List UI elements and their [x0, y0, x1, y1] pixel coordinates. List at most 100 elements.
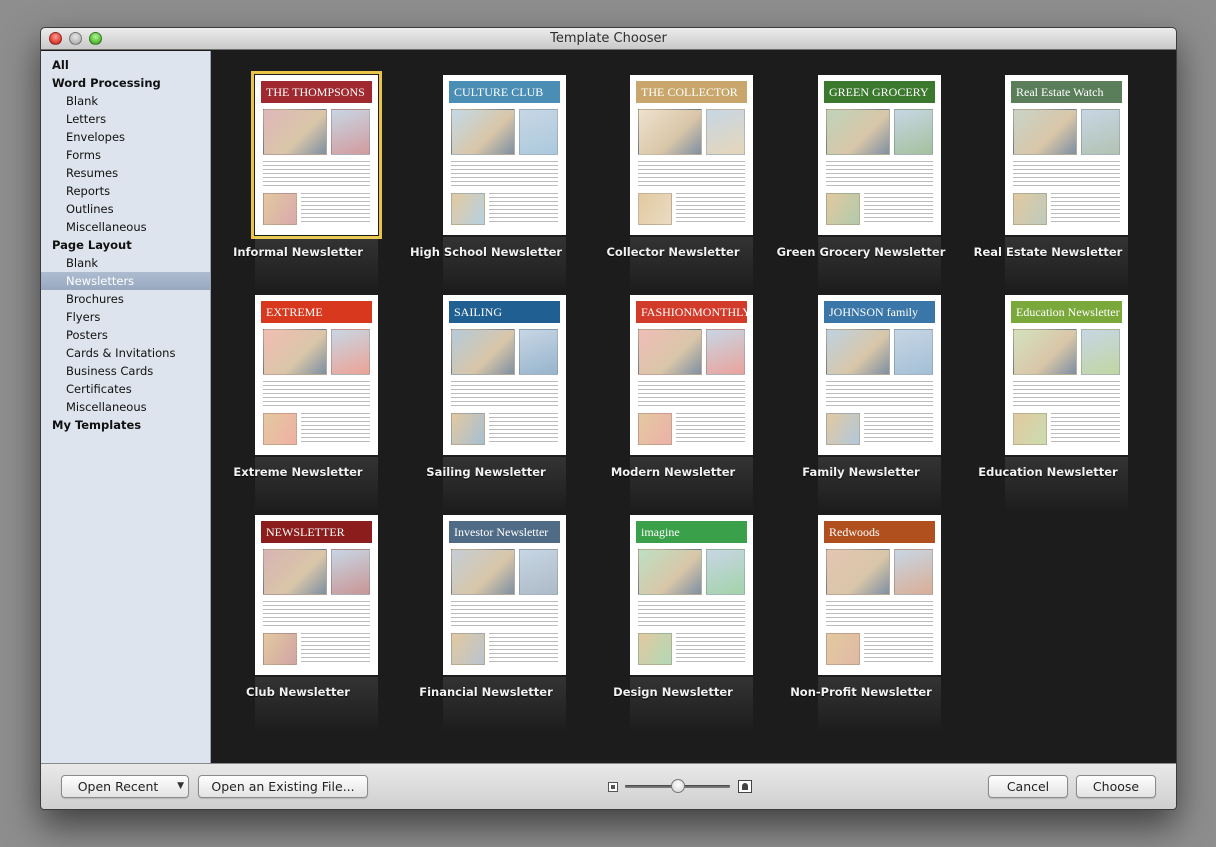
thumbnail-photo: [894, 549, 933, 595]
sidebar-item-letters-3[interactable]: Letters: [41, 110, 210, 128]
sidebar-item-miscellaneous-19[interactable]: Miscellaneous: [41, 398, 210, 416]
template-label[interactable]: High School Newsletter: [400, 245, 572, 259]
thumbnail-text-block: [301, 413, 370, 445]
template-tile[interactable]: THE THOMPSONS Informal Newsletter: [212, 51, 384, 293]
template-tile[interactable]: Education Newsletter Education Newsletter: [962, 271, 1134, 513]
title-bar[interactable]: Template Chooser: [41, 28, 1176, 50]
sidebar-item-outlines-8[interactable]: Outlines: [41, 200, 210, 218]
template-tile[interactable]: GREEN GROCERY Green Grocery Newsletter: [775, 51, 947, 293]
thumbnail-text-block: [826, 161, 933, 189]
template-tile[interactable]: imagine Design Newsletter: [587, 491, 759, 733]
sidebar-item-flyers-14[interactable]: Flyers: [41, 308, 210, 326]
template-thumbnail[interactable]: GREEN GROCERY: [818, 75, 941, 235]
template-tile[interactable]: Investor Newsletter Financial Newsletter: [400, 491, 572, 733]
sidebar-item-resumes-6[interactable]: Resumes: [41, 164, 210, 182]
thumbnail-photo: [706, 549, 745, 595]
thumbnail-photo: [826, 109, 890, 155]
template-label[interactable]: Education Newsletter: [962, 465, 1134, 479]
sidebar-item-blank-11[interactable]: Blank: [41, 254, 210, 272]
thumbnail-text-block: [451, 161, 558, 189]
open-recent-button[interactable]: Open Recent ▼: [61, 775, 189, 798]
template-tile[interactable]: FASHIONMONTHLY Modern Newsletter: [587, 271, 759, 513]
sidebar-item-posters-15[interactable]: Posters: [41, 326, 210, 344]
thumbnail-masthead: THE THOMPSONS: [261, 81, 372, 103]
template-label[interactable]: Club Newsletter: [212, 685, 384, 699]
template-label[interactable]: Informal Newsletter: [212, 245, 384, 259]
sidebar-item-blank-2[interactable]: Blank: [41, 92, 210, 110]
sidebar-item-forms-5[interactable]: Forms: [41, 146, 210, 164]
template-tile[interactable]: THE COLLECTOR Collector Newsletter: [587, 51, 759, 293]
template-thumbnail[interactable]: EXTREME: [255, 295, 378, 455]
sidebar-item-business-cards-17[interactable]: Business Cards: [41, 362, 210, 380]
sidebar-item-newsletters-12[interactable]: Newsletters: [41, 272, 210, 290]
sidebar-item-miscellaneous-9[interactable]: Miscellaneous: [41, 218, 210, 236]
thumbnail-photo: [638, 193, 672, 225]
open-existing-file-button[interactable]: Open an Existing File...: [198, 775, 368, 798]
thumbnail-photo: [894, 329, 933, 375]
sidebar-item-envelopes-4[interactable]: Envelopes: [41, 128, 210, 146]
template-thumbnail[interactable]: JOHNSON family: [818, 295, 941, 455]
template-label[interactable]: Sailing Newsletter: [400, 465, 572, 479]
thumbnail-photo: [706, 329, 745, 375]
template-label[interactable]: Real Estate Newsletter: [962, 245, 1134, 259]
template-thumbnail[interactable]: Redwoods: [818, 515, 941, 675]
template-label[interactable]: Family Newsletter: [775, 465, 947, 479]
template-tile[interactable]: JOHNSON family Family Newsletter: [775, 271, 947, 513]
sidebar-item-cards-invitations-16[interactable]: Cards & Invitations: [41, 344, 210, 362]
template-tile[interactable]: Real Estate Watch Real Estate Newsletter: [962, 51, 1134, 293]
template-thumbnail[interactable]: Real Estate Watch: [1005, 75, 1128, 235]
window-title: Template Chooser: [550, 31, 667, 46]
template-label[interactable]: Green Grocery Newsletter: [775, 245, 947, 259]
template-thumbnail[interactable]: Investor Newsletter: [443, 515, 566, 675]
sidebar-item-page-layout-10[interactable]: Page Layout: [41, 236, 210, 254]
template-thumbnail[interactable]: NEWSLETTER: [255, 515, 378, 675]
thumbnail-photo: [263, 633, 297, 665]
thumbnail-photo: [263, 329, 327, 375]
thumbnail-masthead: NEWSLETTER: [261, 521, 372, 543]
template-label[interactable]: Extreme Newsletter: [212, 465, 384, 479]
template-tile[interactable]: SAILING Sailing Newsletter: [400, 271, 572, 513]
zoom-out-icon[interactable]: [608, 782, 618, 792]
template-label[interactable]: Non-Profit Newsletter: [775, 685, 947, 699]
sidebar-item-brochures-13[interactable]: Brochures: [41, 290, 210, 308]
thumbnail-text-block: [1051, 413, 1120, 445]
sidebar-item-my-templates-20[interactable]: My Templates: [41, 416, 210, 434]
template-thumbnail[interactable]: SAILING: [443, 295, 566, 455]
thumbnail-photo: [263, 193, 297, 225]
template-label[interactable]: Design Newsletter: [587, 685, 759, 699]
template-thumbnail[interactable]: CULTURE CLUB: [443, 75, 566, 235]
thumbnail-text-block: [489, 633, 558, 665]
cancel-button[interactable]: Cancel: [988, 775, 1068, 798]
template-thumbnail[interactable]: THE COLLECTOR: [630, 75, 753, 235]
template-tile[interactable]: Redwoods Non-Profit Newsletter: [775, 491, 947, 733]
template-thumbnail[interactable]: FASHIONMONTHLY: [630, 295, 753, 455]
template-label[interactable]: Modern Newsletter: [587, 465, 759, 479]
template-label[interactable]: Collector Newsletter: [587, 245, 759, 259]
footer-bar: Open Recent ▼ Open an Existing File... C…: [41, 763, 1176, 809]
thumbnail-photo: [894, 109, 933, 155]
sidebar-item-reports-7[interactable]: Reports: [41, 182, 210, 200]
template-label[interactable]: Financial Newsletter: [400, 685, 572, 699]
thumbnail-photo: [638, 109, 702, 155]
thumbnail-text-block: [1013, 381, 1120, 409]
template-thumbnail[interactable]: Education Newsletter: [1005, 295, 1128, 455]
zoom-in-icon[interactable]: [738, 780, 752, 793]
thumbnail-photo: [1013, 109, 1077, 155]
template-thumbnail[interactable]: imagine: [630, 515, 753, 675]
sidebar-item-certificates-18[interactable]: Certificates: [41, 380, 210, 398]
thumbnail-photo: [826, 413, 860, 445]
template-tile[interactable]: NEWSLETTER Club Newsletter: [212, 491, 384, 733]
thumbnail-masthead: Education Newsletter: [1011, 301, 1122, 323]
choose-button[interactable]: Choose: [1076, 775, 1156, 798]
thumbnail-text-block: [489, 193, 558, 225]
thumbnail-text-block: [263, 601, 370, 629]
template-tile[interactable]: CULTURE CLUB High School Newsletter: [400, 51, 572, 293]
template-thumbnail[interactable]: THE THOMPSONS: [251, 71, 382, 239]
sidebar-item-word-processing-1[interactable]: Word Processing: [41, 74, 210, 92]
thumbnail-photo: [263, 549, 327, 595]
zoom-slider-knob[interactable]: [670, 779, 685, 793]
sidebar-item-all-0[interactable]: All: [41, 56, 210, 74]
thumbnail-photo: [451, 413, 485, 445]
template-tile[interactable]: EXTREME Extreme Newsletter: [212, 271, 384, 513]
thumbnail-masthead: Investor Newsletter: [449, 521, 560, 543]
